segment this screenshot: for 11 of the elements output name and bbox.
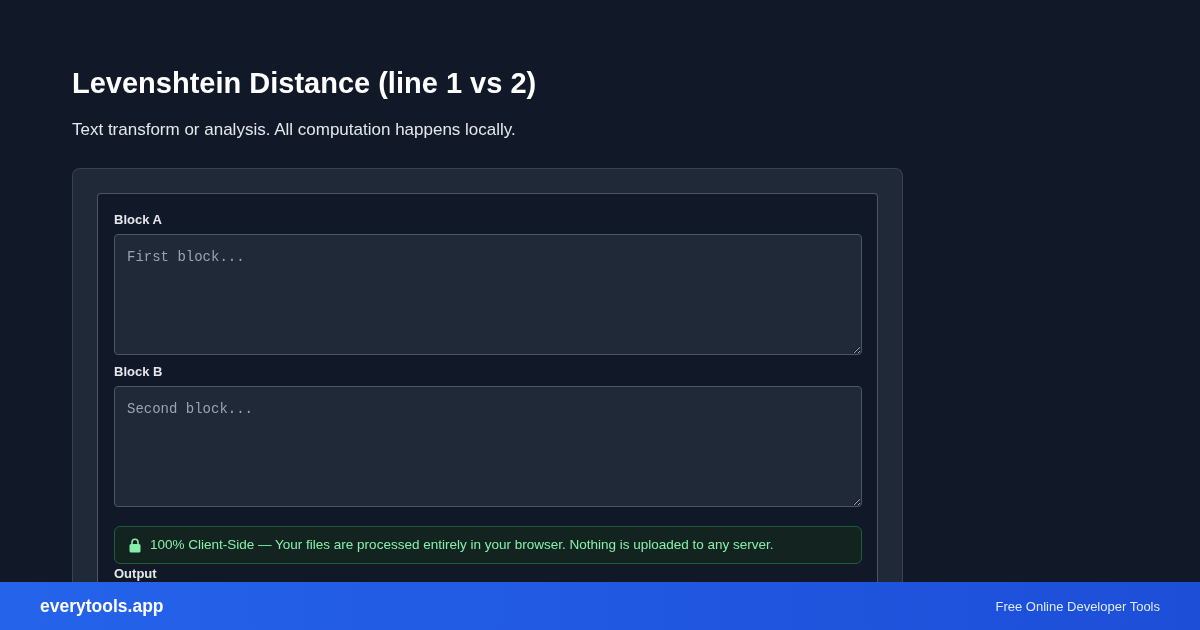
page-title: Levenshtein Distance (line 1 vs 2) [72, 66, 537, 101]
lock-icon [129, 537, 141, 553]
footer-tagline: Free Online Developer Tools [995, 598, 1160, 614]
field-label: Block B [114, 363, 163, 381]
field-label: Block A [114, 211, 162, 229]
output-label: Output [114, 566, 157, 582]
privacy-notice-text: 100% Client-Side — Your files are processed entirely in your browser. Nothing is uploaded to any server. [150, 536, 774, 554]
brand-link[interactable]: everytools.app [40, 595, 164, 617]
text-input-area[interactable]: First block... [114, 234, 862, 355]
page-subtitle: Text transform or analysis. All computation happens locally. [72, 119, 516, 141]
text-input-area[interactable]: Second block... [114, 386, 862, 507]
